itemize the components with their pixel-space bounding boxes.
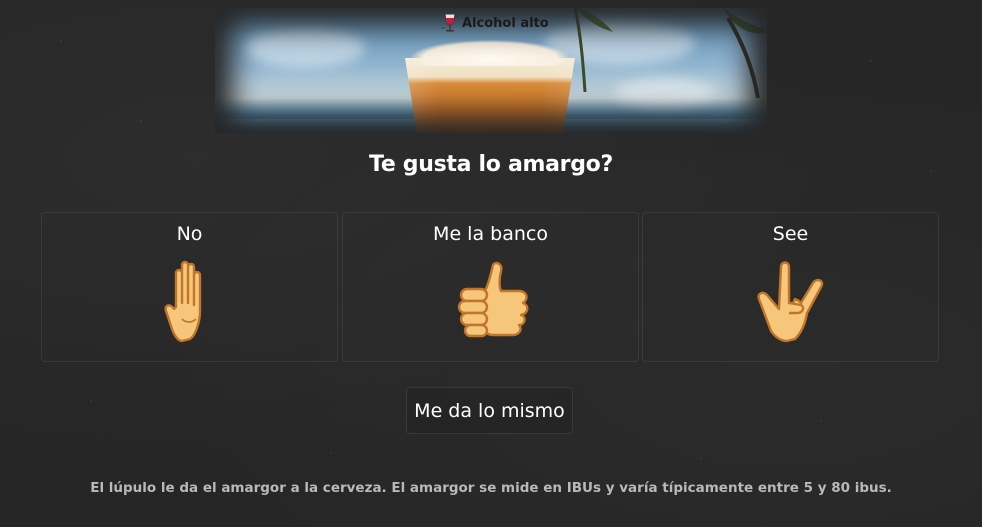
thumbs-up-icon xyxy=(457,261,528,338)
option-label: No xyxy=(176,223,203,245)
option-no[interactable]: No xyxy=(41,212,338,362)
beer-glass-icon xyxy=(405,40,575,133)
raised-hand-icon xyxy=(163,260,201,343)
option-me-la-banco[interactable]: Me la banco xyxy=(342,212,639,362)
info-text: El lúpulo le da el amargor a la cerveza.… xyxy=(90,480,892,496)
alcohol-tag-label: Alcohol alto xyxy=(462,15,549,31)
option-label: Me la banco xyxy=(433,223,548,245)
rock-on-icon xyxy=(756,261,823,343)
wine-glass-icon xyxy=(442,13,458,32)
alcohol-tag: Alcohol alto xyxy=(441,12,549,34)
option-label: See xyxy=(772,223,809,245)
option-see[interactable]: See xyxy=(642,212,939,362)
options-group: No Me la banco See xyxy=(41,212,939,362)
question-title: Te gusta lo amargo? xyxy=(369,152,613,177)
neutral-option-button[interactable]: Me da lo mismo xyxy=(406,387,573,434)
palm-tree-icon xyxy=(723,8,767,98)
